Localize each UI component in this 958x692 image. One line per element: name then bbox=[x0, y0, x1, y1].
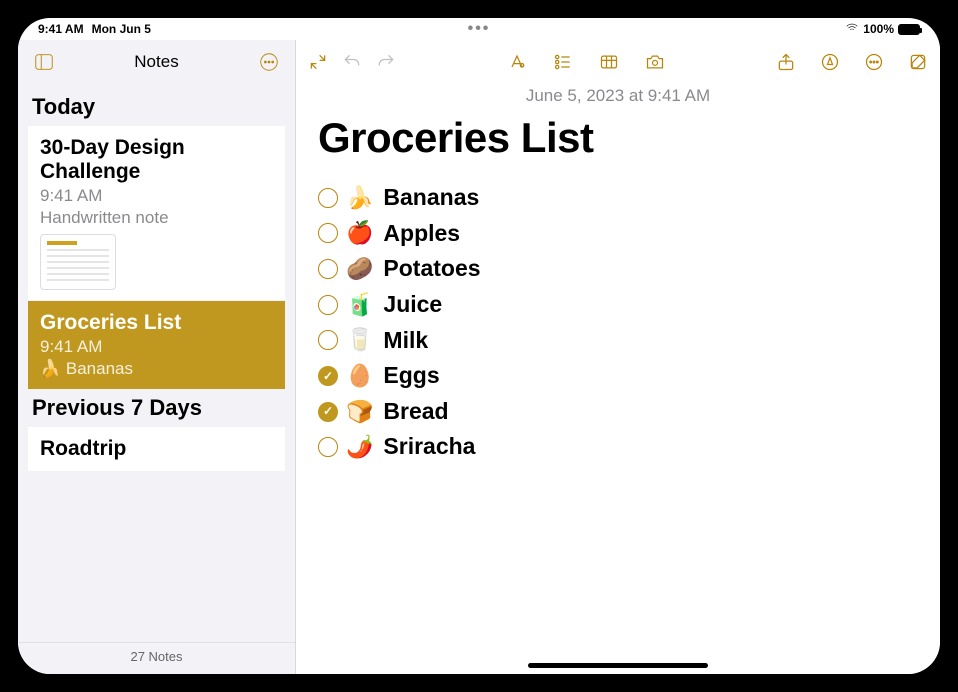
item-label[interactable]: Apples bbox=[383, 216, 460, 252]
ipad-frame: 9:41 AM Mon Jun 5 ••• 100% Notes bbox=[0, 0, 958, 692]
notes-list[interactable]: Today 30-Day Design Challenge 9:41 AM Ha… bbox=[18, 84, 295, 642]
notes-sidebar: Notes Today 30-Day Design Challenge 9:41… bbox=[18, 40, 296, 674]
format-text-icon[interactable] bbox=[505, 50, 529, 74]
markup-icon[interactable] bbox=[818, 50, 842, 74]
more-options-icon[interactable] bbox=[255, 48, 283, 76]
sidebar-toggle-icon[interactable] bbox=[30, 48, 58, 76]
note-item-preview: Handwritten note bbox=[40, 208, 273, 228]
section-header-today: Today bbox=[18, 88, 295, 126]
share-icon[interactable] bbox=[774, 50, 798, 74]
item-label[interactable]: Bread bbox=[383, 394, 448, 430]
note-item-title: 30-Day Design Challenge bbox=[40, 136, 273, 184]
item-emoji: 🍌 bbox=[346, 181, 373, 215]
screen: 9:41 AM Mon Jun 5 ••• 100% Notes bbox=[18, 18, 940, 674]
note-item-roadtrip[interactable]: Roadtrip bbox=[28, 427, 285, 471]
item-label[interactable]: Milk bbox=[383, 323, 428, 359]
status-date: Mon Jun 5 bbox=[92, 22, 151, 36]
undo-icon[interactable] bbox=[340, 50, 364, 74]
note-item-design-challenge[interactable]: 30-Day Design Challenge 9:41 AM Handwrit… bbox=[28, 126, 285, 300]
check-circle-icon[interactable] bbox=[318, 188, 338, 208]
notes-count: 27 Notes bbox=[18, 642, 295, 674]
check-circle-icon[interactable] bbox=[318, 295, 338, 315]
item-emoji: 🍎 bbox=[346, 216, 373, 250]
sidebar-toolbar: Notes bbox=[18, 40, 295, 84]
status-bar: 9:41 AM Mon Jun 5 ••• 100% bbox=[18, 18, 940, 40]
note-item-time: 9:41 AM bbox=[40, 337, 273, 357]
item-label[interactable]: Sriracha bbox=[383, 429, 475, 465]
redo-icon[interactable] bbox=[374, 50, 398, 74]
check-circle-icon[interactable] bbox=[318, 330, 338, 350]
item-label[interactable]: Bananas bbox=[383, 180, 479, 216]
home-indicator[interactable] bbox=[528, 663, 708, 668]
check-item[interactable]: 🥛 Milk bbox=[318, 323, 918, 359]
more-icon[interactable] bbox=[862, 50, 886, 74]
checklist-icon[interactable] bbox=[551, 50, 575, 74]
note-editor: June 5, 2023 at 9:41 AM Groceries List 🍌… bbox=[296, 40, 940, 674]
item-emoji: 🥔 bbox=[346, 252, 373, 286]
note-title[interactable]: Groceries List bbox=[318, 114, 918, 162]
note-item-groceries[interactable]: Groceries List 9:41 AM 🍌 Bananas bbox=[28, 301, 285, 389]
note-item-time: 9:41 AM bbox=[40, 186, 273, 206]
compose-icon[interactable] bbox=[906, 50, 930, 74]
status-time: 9:41 AM bbox=[38, 22, 84, 36]
check-item[interactable]: 🌶️ Sriracha bbox=[318, 429, 918, 465]
camera-icon[interactable] bbox=[643, 50, 667, 74]
check-circle-icon[interactable] bbox=[318, 437, 338, 457]
check-circle-icon[interactable] bbox=[318, 259, 338, 279]
item-label[interactable]: Juice bbox=[383, 287, 442, 323]
item-label[interactable]: Eggs bbox=[383, 358, 439, 394]
table-icon[interactable] bbox=[597, 50, 621, 74]
handoff-indicator-icon[interactable]: ••• bbox=[468, 20, 491, 38]
item-emoji: 🧃 bbox=[346, 288, 373, 322]
battery-icon bbox=[898, 24, 920, 35]
check-item[interactable]: 🍌 Bananas bbox=[318, 180, 918, 216]
battery-percent: 100% bbox=[863, 22, 894, 36]
check-item[interactable]: 🧃 Juice bbox=[318, 287, 918, 323]
sidebar-title: Notes bbox=[134, 52, 178, 72]
check-item[interactable]: 🥔 Potatoes bbox=[318, 251, 918, 287]
item-emoji: 🥚 bbox=[346, 359, 373, 393]
note-timestamp: June 5, 2023 at 9:41 AM bbox=[318, 86, 918, 106]
check-circle-icon[interactable] bbox=[318, 402, 338, 422]
item-label[interactable]: Potatoes bbox=[383, 251, 480, 287]
note-thumbnail bbox=[40, 234, 116, 290]
editor-toolbar bbox=[296, 40, 940, 84]
note-item-title: Roadtrip bbox=[40, 437, 273, 461]
expand-icon[interactable] bbox=[306, 50, 330, 74]
check-circle-icon[interactable] bbox=[318, 223, 338, 243]
check-item[interactable]: 🍞 Bread bbox=[318, 394, 918, 430]
item-emoji: 🍞 bbox=[346, 395, 373, 429]
checklist[interactable]: 🍌 Bananas 🍎 Apples 🥔 Potatoes 🧃 Juice 🥛 Milk 🥚 Eggs… bbox=[318, 180, 918, 465]
note-body[interactable]: June 5, 2023 at 9:41 AM Groceries List 🍌… bbox=[296, 84, 940, 674]
check-item[interactable]: 🍎 Apples bbox=[318, 216, 918, 252]
section-header-previous: Previous 7 Days bbox=[18, 389, 295, 427]
check-item[interactable]: 🥚 Eggs bbox=[318, 358, 918, 394]
item-emoji: 🌶️ bbox=[346, 430, 373, 464]
item-emoji: 🥛 bbox=[346, 323, 373, 357]
check-circle-icon[interactable] bbox=[318, 366, 338, 386]
note-item-preview: 🍌 Bananas bbox=[40, 359, 273, 379]
note-item-title: Groceries List bbox=[40, 311, 273, 335]
wifi-icon bbox=[845, 21, 859, 38]
